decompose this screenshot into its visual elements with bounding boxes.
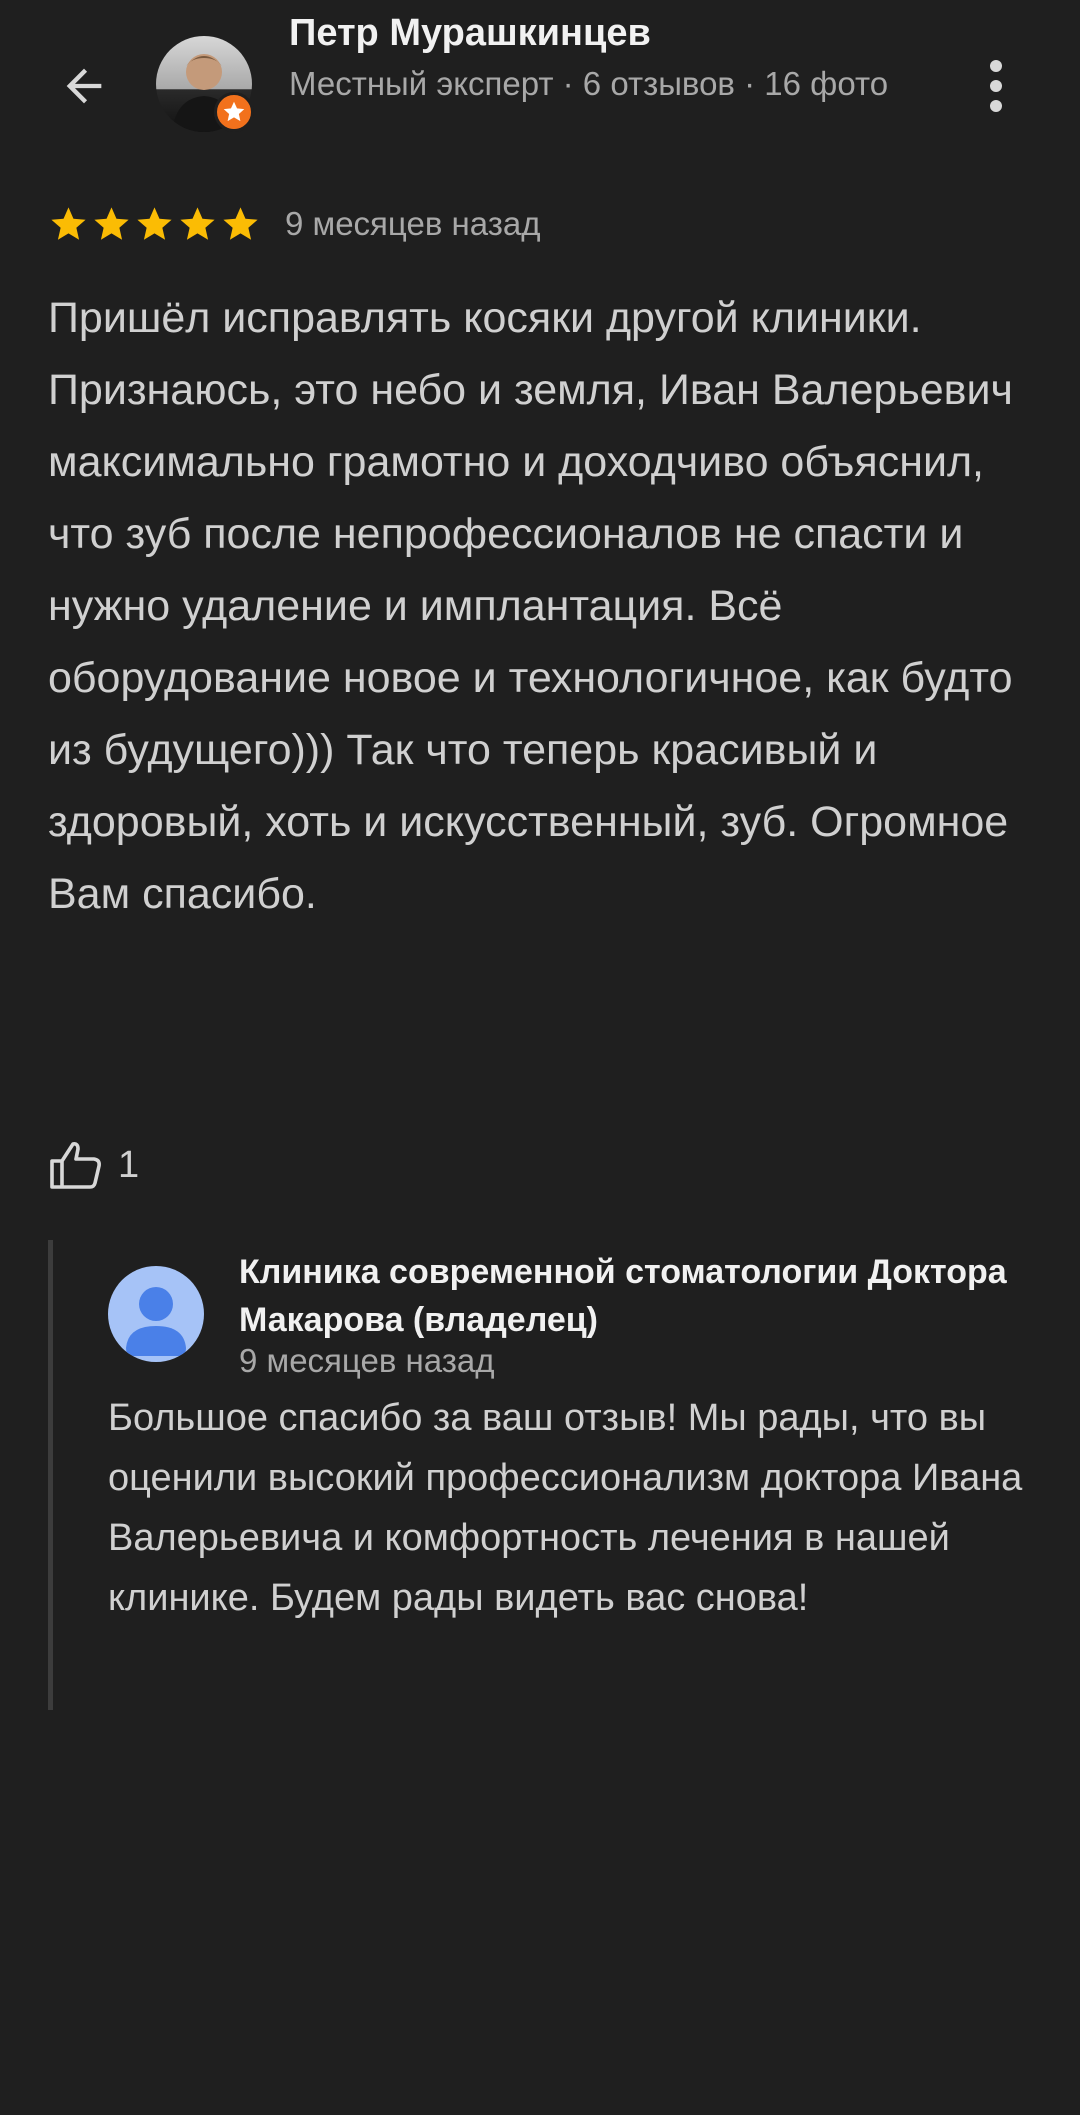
author-meta: Местный эксперт · 6 отзывов · 16 фото: [289, 65, 889, 102]
like-count: 1: [118, 1143, 140, 1186]
review-date: 9 месяцев назад: [285, 205, 541, 242]
star-icon: [223, 206, 258, 240]
more-vert-icon: [990, 60, 1002, 112]
rating-row: 9 месяцев назад: [48, 200, 540, 248]
star-rating: [48, 204, 261, 245]
default-person-avatar-icon: [126, 1287, 186, 1356]
local-guide-badge: [214, 92, 254, 132]
owner-avatar: [108, 1266, 204, 1362]
star-icon: [94, 206, 129, 240]
star-icon: [51, 206, 86, 240]
owner-reply-date: 9 месяцев назад: [239, 1342, 495, 1379]
local-guide-star-icon: [223, 101, 245, 122]
star-icon: [137, 206, 172, 240]
thumbs-up-icon: [50, 1142, 101, 1189]
back-button[interactable]: [48, 50, 120, 122]
author-name[interactable]: Петр Мурашкинцев: [289, 12, 651, 55]
owner-reply-text: Большое спасибо за ваш отзыв! Мы рады, ч…: [108, 1397, 1023, 1619]
owner-reply: Клиника современной стоматологии Доктора…: [48, 1240, 1043, 1710]
review-header: Петр Мурашкинцев Местный эксперт · 6 отз…: [0, 0, 1080, 170]
star-icon: [180, 206, 215, 240]
arrow-left-icon: [66, 68, 102, 104]
owner-name: Клиника современной стоматологии Доктора…: [239, 1253, 1007, 1339]
like-button[interactable]: 1: [48, 1139, 139, 1191]
more-options-button[interactable]: [970, 50, 1022, 122]
like-row: 1: [48, 1132, 139, 1198]
review-text: Пришёл исправлять косяки другой клиники.…: [48, 294, 1013, 918]
author-avatar-wrap[interactable]: [156, 36, 254, 132]
